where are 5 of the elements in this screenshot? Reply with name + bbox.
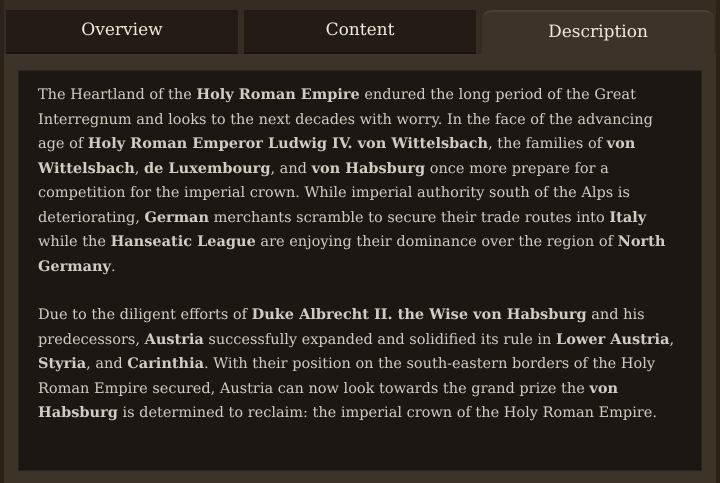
- tab[interactable]: Description: [482, 10, 714, 54]
- description-paragraph: The Heartland of the Holy Roman Empire endured the long period of the Great Interregnum and looks to the next decades with worry. In the face of the advancing age of Holy Roman Emperor Ludwig IV. von Wittelsbach, the families of von Wittelsbach, de Luxembourg, and von Habsburg once more prepare for a competition for the imperial crown. While imperial authority south of the Alps is deteriorating, German merchants scramble to secure their trade routes into Italy while the Hanseatic League are enjoying their dominance over the region of North Germany.: [38, 85, 666, 276]
- tab[interactable]: Content: [244, 10, 476, 54]
- description-paragraph: Due to the diligent efforts of Duke Albrecht II. the Wise von Habsburg and his predecessors, Austria successfully expanded and solidified its rule in Lower Austria, Styria, and Carinthia. With their position on the south-eastern borders of the Holy Roman Empire secured, Austria can now look towards the grand prize the von Habsburg is determined to reclaim: the imperial crown of the Holy Roman Empire.: [38, 305, 676, 423]
- tab[interactable]: Overview: [6, 10, 238, 54]
